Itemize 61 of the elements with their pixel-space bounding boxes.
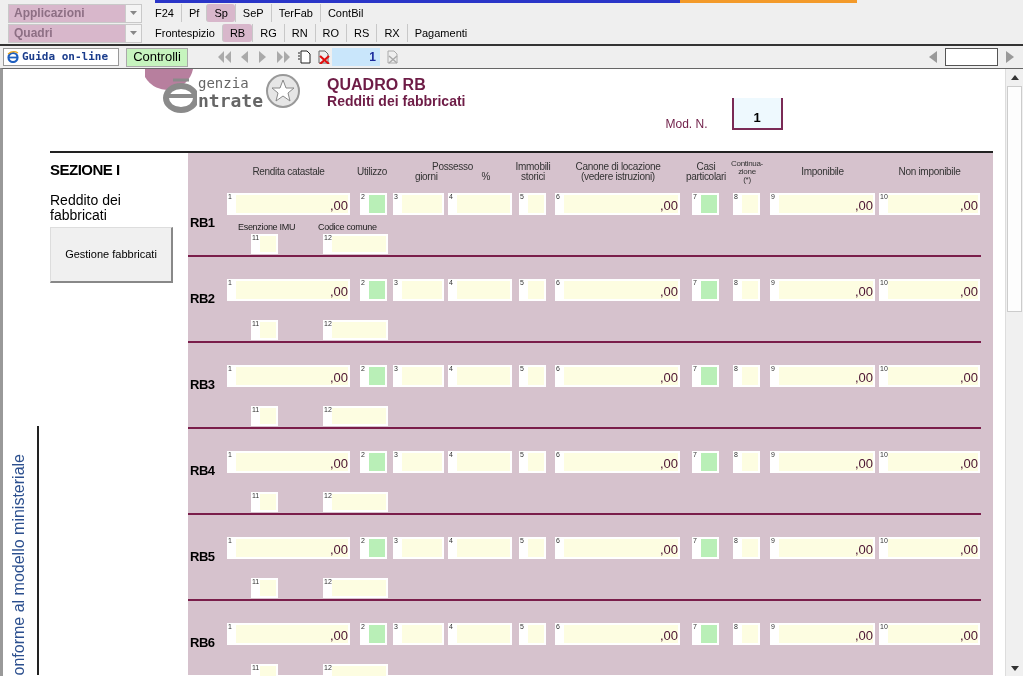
row-label: RB5 — [189, 548, 216, 567]
tab[interactable]: RB — [221, 24, 253, 42]
tab[interactable]: RO — [314, 24, 347, 42]
column-header: Possesso — [432, 162, 473, 172]
tab[interactable]: SeP — [234, 4, 271, 22]
field-caption: Esenzione IMU — [238, 220, 296, 234]
last-page-icon[interactable] — [276, 50, 292, 64]
input-field[interactable] — [945, 48, 998, 66]
tab[interactable]: Frontespizio — [148, 24, 222, 42]
tab[interactable]: RS — [346, 24, 377, 42]
tab[interactable]: F24 — [148, 4, 181, 22]
column-header: Non imponibile — [898, 167, 961, 177]
column-header: Utilizzo — [357, 167, 387, 177]
scrollbar[interactable] — [1005, 69, 1023, 676]
form-subtitle: Redditi dei fabbricati — [327, 93, 466, 109]
tab[interactable]: RX — [376, 24, 407, 42]
caret-icon — [130, 31, 137, 35]
next-icon[interactable] — [1005, 50, 1015, 64]
emblem-icon — [265, 73, 302, 109]
column-header: Immobili storici — [515, 162, 551, 182]
tab[interactable]: ContBil — [319, 4, 371, 22]
mod-number-field[interactable]: 1 — [731, 98, 783, 130]
logo-text: genzia — [198, 75, 250, 91]
column-header: Canone di locazione (vedere istruzioni) — [575, 162, 661, 182]
row-label: RB4 — [189, 462, 216, 481]
form-title: QUADRO RB — [327, 77, 427, 93]
field-caption: Codice comune — [318, 220, 377, 234]
tab[interactable]: TerFab — [270, 4, 320, 22]
column-header: Rendita catastale — [252, 167, 325, 177]
column-header: Continua- zione (*) — [731, 160, 763, 184]
delete-page-icon[interactable] — [317, 50, 330, 64]
caret-icon — [130, 11, 137, 15]
scroll-up-icon[interactable] — [1010, 75, 1019, 80]
row-label: RB6 — [189, 634, 216, 653]
tab[interactable]: RG — [252, 24, 284, 42]
side-note: onforme al modello ministeriale — [9, 453, 28, 675]
logo-mark-icon — [143, 69, 197, 113]
manage-button[interactable]: Gestione fabbricati — [50, 226, 173, 283]
check-button[interactable]: Controlli — [126, 47, 188, 67]
tab[interactable]: Pagamenti — [406, 24, 475, 42]
page-field[interactable]: 1 — [332, 48, 380, 66]
new-page-icon[interactable] — [298, 50, 311, 64]
column-subheader: % — [481, 172, 491, 182]
browser-icon — [7, 51, 19, 63]
help-button[interactable]: Guida on-line — [3, 48, 119, 66]
row-label: RB1 — [189, 214, 216, 233]
section-description: Reddito dei fabbricati — [50, 192, 122, 223]
row-label: RB2 — [189, 290, 216, 309]
mod-label: Mod. N. — [665, 116, 708, 133]
first-page-icon[interactable] — [216, 50, 232, 64]
previous-icon[interactable] — [928, 50, 938, 64]
column-header: Casi particolari — [685, 162, 727, 182]
page-icon[interactable] — [386, 50, 399, 64]
row-label: RB3 — [189, 376, 216, 395]
tab[interactable]: Sp — [206, 4, 235, 22]
column-subheader: giorni — [414, 172, 438, 182]
tab[interactable]: RN — [283, 24, 315, 42]
section-title: SEZIONE I — [50, 160, 121, 180]
column-header: Imponibile — [801, 167, 844, 177]
scroll-down-icon[interactable] — [1010, 666, 1019, 671]
logo-text: ntrate — [198, 91, 264, 111]
